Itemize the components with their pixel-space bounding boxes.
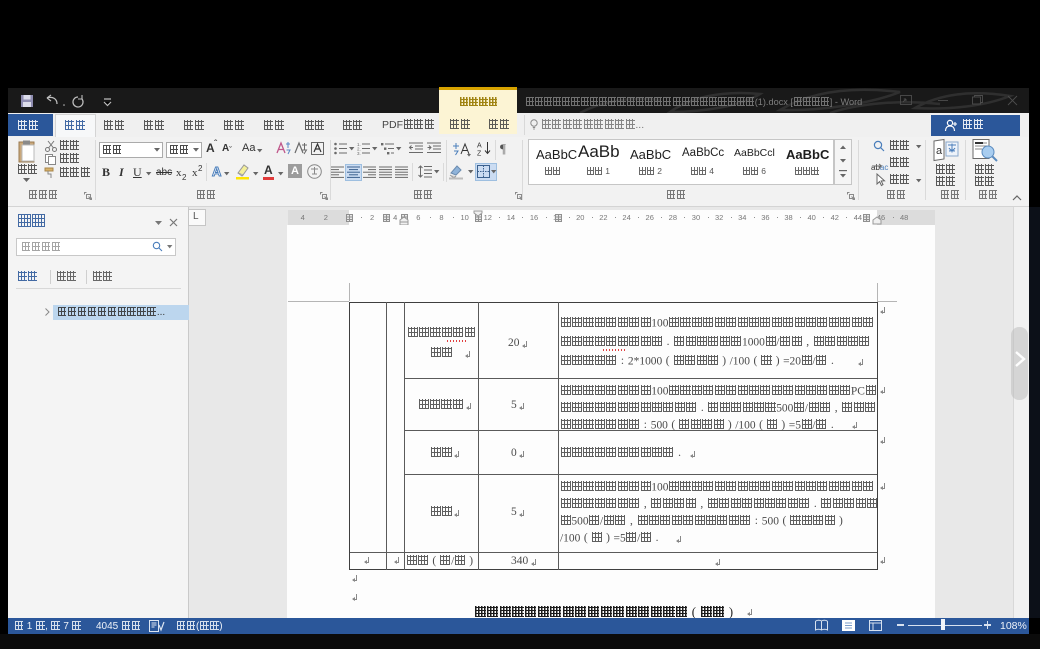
- svg-text:A: A: [477, 143, 482, 150]
- svg-text:Z: Z: [477, 151, 482, 158]
- svg-text:3.: 3.: [357, 151, 361, 156]
- svg-text:a: a: [936, 145, 943, 157]
